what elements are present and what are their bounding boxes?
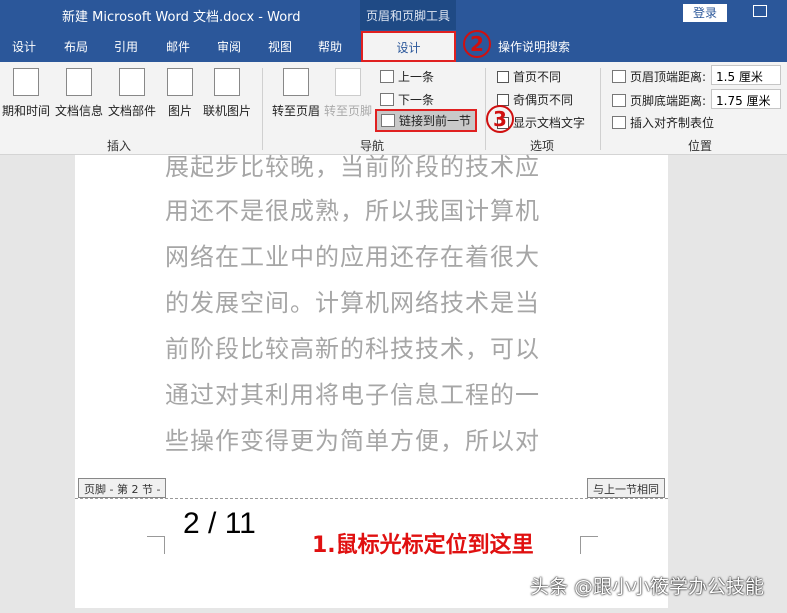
- tab-review[interactable]: 审阅: [217, 38, 241, 55]
- marker-2: 2: [463, 30, 491, 58]
- checkbox[interactable]: [497, 93, 509, 106]
- label: 转至页眉: [272, 104, 321, 118]
- online-picture-icon: [214, 68, 240, 96]
- label: 图片: [167, 104, 192, 118]
- body-line: 些操作变得更为简单方便，所以对: [165, 427, 540, 455]
- picture-icon: [167, 68, 193, 96]
- label: 奇偶页不同: [513, 93, 574, 107]
- alignment-tab-icon: [612, 116, 626, 129]
- tab-mailings[interactable]: 邮件: [166, 38, 190, 55]
- ribbon-display-icon[interactable]: [753, 5, 767, 17]
- body-line: 展起步比较晚，当前阶段的技术应: [165, 153, 540, 181]
- label: 文档信息: [54, 104, 103, 118]
- footer-bottom-label: 页脚底端距离:: [612, 92, 706, 109]
- context-tool-label: 页眉和页脚工具: [360, 0, 456, 30]
- different-first-page-checkbox[interactable]: 首页不同: [497, 68, 561, 85]
- goto-footer-button: 转至页脚: [324, 68, 372, 119]
- next-icon: [380, 93, 394, 106]
- link-to-previous-button[interactable]: 链接到前一节: [375, 109, 478, 132]
- divider: [485, 68, 486, 150]
- footer-boundary: [75, 498, 668, 499]
- footer-page-number[interactable]: 2 / 11: [183, 507, 256, 541]
- annotation-step-1: 1.鼠标光标定位到这里: [312, 533, 534, 558]
- footer-bottom-input[interactable]: 1.75 厘米: [711, 89, 781, 109]
- ribbon: 期和时间 文档信息 文档部件 图片 联机图片 插入 转至页眉 转至页脚 上一条 …: [0, 62, 787, 155]
- tab-help[interactable]: 帮助: [318, 38, 342, 55]
- tab-design-doc[interactable]: 设计: [12, 38, 36, 55]
- checkbox[interactable]: [497, 70, 509, 83]
- title-bar: 新建 Microsoft Word 文档.docx - Word 页眉和页脚工具…: [0, 0, 787, 30]
- marker-3: 3: [486, 105, 514, 133]
- insert-alignment-tab-button[interactable]: 插入对齐制表位: [612, 114, 714, 131]
- footer-position-icon: [612, 94, 626, 107]
- goto-header-button[interactable]: 转至页眉: [272, 68, 320, 119]
- label: 页眉顶端距离:: [630, 70, 707, 84]
- divider: [262, 68, 263, 150]
- login-button[interactable]: 登录: [683, 4, 727, 22]
- header-top-input[interactable]: 1.5 厘米: [711, 65, 781, 85]
- margin-corner: [580, 536, 598, 554]
- tab-header-footer-design[interactable]: 设计: [361, 31, 456, 62]
- calendar-icon: [13, 68, 39, 96]
- link-icon: [381, 114, 395, 127]
- body-line: 的发展空间。计算机网络技术是当: [165, 289, 540, 317]
- label: 页脚底端距离:: [630, 94, 707, 108]
- different-odd-even-checkbox[interactable]: 奇偶页不同: [497, 91, 573, 108]
- quick-parts-icon: [119, 68, 145, 96]
- label: 上一条: [398, 70, 435, 84]
- divider: [600, 68, 601, 150]
- date-time-button[interactable]: 期和时间: [0, 68, 52, 119]
- header-top-label: 页眉顶端距离:: [612, 68, 706, 85]
- label: 显示文档文字: [513, 116, 586, 130]
- label: 链接到前一节: [399, 114, 472, 128]
- ribbon-tabs: 设计 布局 引用 邮件 审阅 视图 帮助 设计 操作说明搜索: [0, 30, 787, 62]
- group-insert: 插入: [107, 139, 132, 153]
- previous-button[interactable]: 上一条: [380, 68, 434, 85]
- label: 下一条: [398, 93, 435, 107]
- label: 插入对齐制表位: [630, 116, 715, 130]
- online-pictures-button[interactable]: 联机图片: [202, 68, 252, 119]
- footer-section-label: 页脚 - 第 2 节 -: [78, 478, 167, 498]
- next-button[interactable]: 下一条: [380, 91, 434, 108]
- footer-icon: [335, 68, 361, 96]
- pictures-button[interactable]: 图片: [165, 68, 195, 119]
- body-line: 网络在工业中的应用还存在着很大: [165, 243, 540, 271]
- label: 转至页脚: [324, 104, 373, 118]
- doc-info-icon: [66, 68, 92, 96]
- header-icon: [283, 68, 309, 96]
- tab-layout[interactable]: 布局: [64, 38, 88, 55]
- tab-references[interactable]: 引用: [114, 38, 138, 55]
- quick-parts-button[interactable]: 文档部件: [107, 68, 157, 119]
- previous-icon: [380, 70, 394, 83]
- label: 期和时间: [1, 104, 50, 118]
- group-position: 位置: [688, 139, 713, 153]
- same-as-previous-label: 与上一节相同: [587, 478, 665, 498]
- window-title: 新建 Microsoft Word 文档.docx - Word: [62, 10, 301, 25]
- label: 文档部件: [107, 104, 156, 118]
- tell-me-search[interactable]: 操作说明搜索: [498, 38, 570, 55]
- body-line: 用还不是很成熟，所以我国计算机: [165, 197, 540, 225]
- doc-info-button[interactable]: 文档信息: [54, 68, 104, 119]
- label: 联机图片: [202, 104, 251, 118]
- header-position-icon: [612, 70, 626, 83]
- body-line: 前阶段比较高新的科技技术，可以: [165, 335, 540, 363]
- tab-view[interactable]: 视图: [268, 38, 292, 55]
- margin-corner: [147, 536, 165, 554]
- body-line: 通过对其利用将电子信息工程的一: [165, 381, 540, 409]
- watermark: 头条 @跟小小筱学办公技能: [530, 576, 765, 598]
- label: 首页不同: [513, 70, 562, 84]
- document-page[interactable]: 展起步比较晚，当前阶段的技术应 用还不是很成熟，所以我国计算机 网络在工业中的应…: [75, 153, 668, 608]
